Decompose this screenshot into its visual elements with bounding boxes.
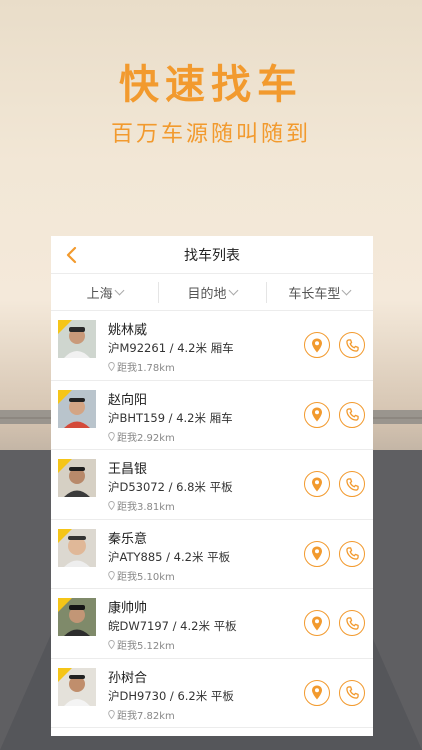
phone-icon — [345, 408, 359, 421]
avatar — [58, 528, 96, 567]
vehicle-info: 沪BHT159 / 4.2米 厢车 — [108, 410, 233, 425]
hero-subtitle: 百万车源随叫随到 — [110, 122, 311, 147]
distance: 距我3.81km — [108, 498, 175, 513]
filter-vehicle-type[interactable]: 车长车型 — [265, 274, 373, 310]
phone-icon — [345, 686, 359, 699]
pin-icon — [108, 570, 115, 580]
driver-name: 康帅帅 — [108, 601, 148, 616]
list-item[interactable]: 王昌银 沪D53072 / 6.8米 平板 距我3.81km — [51, 450, 373, 520]
call-button[interactable] — [339, 332, 365, 358]
avatar — [58, 667, 96, 706]
list-item[interactable]: 孙树合 沪DH9730 / 6.2米 平板 距我7.82km — [51, 659, 373, 728]
call-button[interactable] — [339, 401, 365, 428]
call-button[interactable] — [339, 679, 365, 706]
phone-icon — [345, 547, 359, 560]
filter-bar: 上海 目的地 车长车型 — [51, 274, 373, 311]
distance: 距我2.92km — [108, 429, 175, 444]
filter-origin[interactable]: 上海 — [51, 274, 158, 310]
vehicle-info: 沪M92261 / 4.2米 厢车 — [108, 341, 234, 355]
driver-name: 秦乐意 — [108, 531, 148, 547]
vehicle-info: 沪DH9730 / 6.2米 平板 — [108, 688, 234, 703]
location-button[interactable] — [304, 401, 330, 428]
call-button[interactable] — [339, 540, 365, 567]
car-list-panel: 找车列表 上海 目的地 车长车型 姚林威 沪M92261 / 4.2米 厢车 距… — [51, 236, 373, 736]
list-item[interactable]: 康帅帅 皖DW7197 / 4.2米 平板 距我5.12km — [51, 589, 373, 659]
driver-name: 赵向阳 — [108, 392, 148, 408]
vehicle-info: 沪ATY885 / 4.2米 平板 — [108, 549, 231, 564]
location-pin-icon — [312, 616, 322, 630]
list-item[interactable]: 赵向阳 沪BHT159 / 4.2米 厢车 距我2.92km — [51, 381, 373, 450]
driver-name: 孙树合 — [108, 670, 148, 686]
call-button[interactable] — [339, 471, 365, 497]
distance-label: 距我5.12km — [117, 641, 175, 652]
avatar — [58, 320, 96, 358]
back-button[interactable] — [61, 245, 81, 265]
avatar — [58, 389, 96, 428]
distance: 距我5.10km — [108, 568, 175, 583]
location-pin-icon — [312, 546, 322, 561]
location-pin-icon — [312, 477, 322, 491]
phone-icon — [345, 477, 359, 491]
phone-icon — [345, 338, 359, 352]
filter-label: 上海 — [86, 286, 113, 302]
distance-label: 距我7.82km — [117, 710, 175, 722]
driver-name: 姚林威 — [108, 323, 148, 338]
location-pin-icon — [312, 407, 322, 422]
location-button[interactable] — [304, 332, 330, 358]
distance-label: 距我5.10km — [117, 571, 175, 583]
vehicle-info: 皖DW7197 / 4.2米 平板 — [108, 619, 237, 633]
chevron-down-icon — [341, 285, 352, 296]
avatar — [58, 459, 96, 497]
distance-label: 距我3.81km — [117, 502, 175, 513]
driver-list: 姚林威 沪M92261 / 4.2米 厢车 距我1.78km 赵向阳 沪BHT1… — [51, 311, 373, 728]
pin-icon — [108, 709, 115, 719]
distance: 距我5.12km — [108, 637, 175, 652]
page-title: 找车列表 — [184, 247, 240, 264]
hero-title: 快速找车 — [119, 62, 303, 108]
location-button[interactable] — [304, 610, 330, 636]
phone-icon — [345, 616, 359, 630]
pin-icon — [108, 501, 115, 510]
location-button[interactable] — [304, 540, 330, 567]
distance-label: 距我1.78km — [117, 363, 175, 374]
location-pin-icon — [312, 685, 322, 700]
filter-label: 目的地 — [187, 286, 227, 302]
distance-label: 距我2.92km — [117, 432, 175, 444]
pin-icon — [108, 362, 115, 371]
pin-icon — [108, 640, 115, 649]
call-button[interactable] — [339, 610, 365, 636]
avatar — [58, 598, 96, 636]
vehicle-info: 沪D53072 / 6.8米 平板 — [108, 480, 233, 494]
driver-name: 王昌银 — [108, 462, 148, 477]
pin-icon — [108, 431, 115, 441]
location-pin-icon — [312, 338, 322, 352]
chevron-down-icon — [228, 285, 238, 296]
chevron-left-icon — [66, 246, 77, 264]
chevron-down-icon — [114, 285, 125, 296]
filter-destination[interactable]: 目的地 — [158, 274, 265, 310]
filter-label: 车长车型 — [288, 286, 341, 302]
list-item[interactable]: 秦乐意 沪ATY885 / 4.2米 平板 距我5.10km — [51, 520, 373, 589]
location-button[interactable] — [304, 679, 330, 706]
list-item[interactable]: 姚林威 沪M92261 / 4.2米 厢车 距我1.78km — [51, 311, 373, 381]
distance: 距我7.82km — [108, 707, 175, 722]
distance: 距我1.78km — [108, 359, 175, 374]
list-header: 找车列表 — [51, 236, 373, 274]
location-button[interactable] — [304, 471, 330, 497]
